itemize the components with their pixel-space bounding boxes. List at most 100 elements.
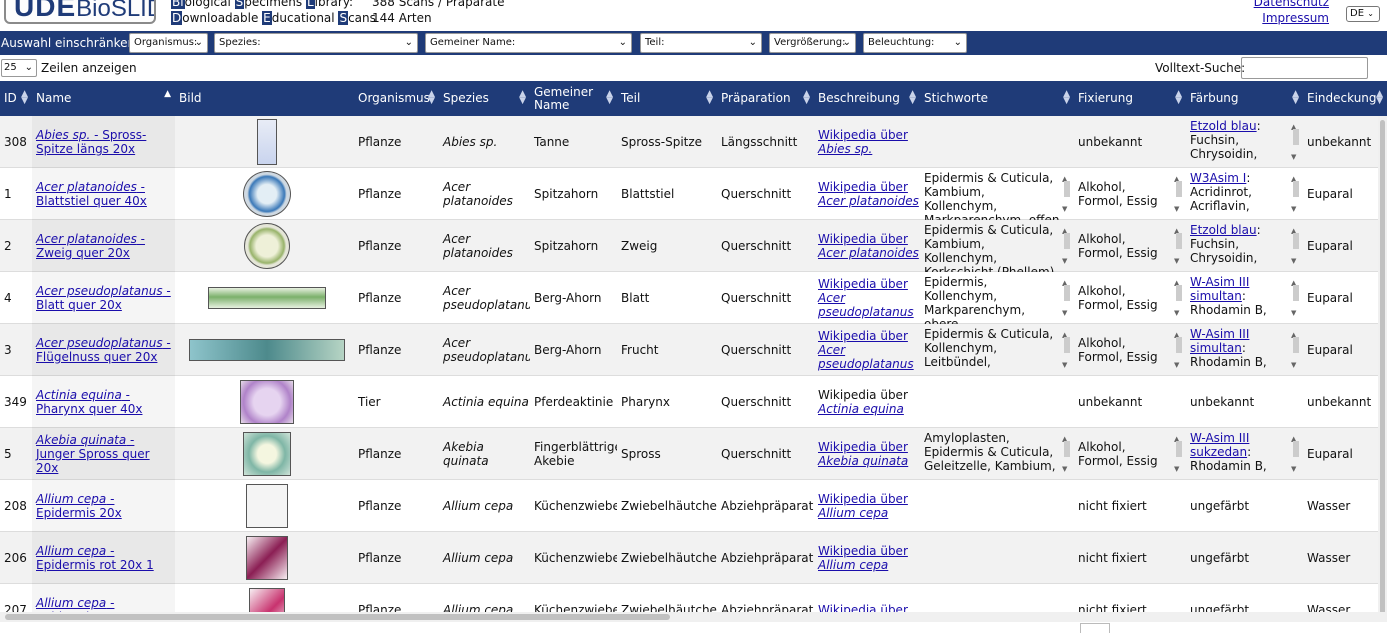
staining-link[interactable]: W-Asim III sukzedan <box>1190 431 1249 459</box>
pagination-box[interactable] <box>1080 623 1110 633</box>
cell-eindeckung: unbekannt <box>1307 395 1372 409</box>
specimen-link[interactable]: Acer platanoides - Zweig quer 20x <box>36 232 175 260</box>
vertical-scrollbar-thumb[interactable] <box>1380 120 1385 614</box>
description-link[interactable]: Wikipedia über Acer pseudoplatanus <box>818 277 920 319</box>
filter-spezies-select[interactable]: Spezies: ⌄ <box>214 33 418 53</box>
cell-scrollbar[interactable]: ▲ ▼ <box>1174 172 1183 216</box>
specimen-link[interactable]: Abies sp. - Spross-Spitze längs 20x <box>36 128 175 156</box>
cell-scrollbar[interactable]: ▲ ▼ <box>1291 224 1300 268</box>
cell-scrollbar[interactable]: ▲ ▼ <box>1062 328 1071 372</box>
specimen-thumbnail[interactable] <box>242 171 291 217</box>
staining-link[interactable]: Etzold blau <box>1190 223 1257 237</box>
search-input[interactable] <box>1241 57 1368 79</box>
cell-scrollbar[interactable]: ▲ ▼ <box>1291 432 1300 476</box>
cell-beschreibung: Wikipedia über Acer platanoides <box>814 168 920 220</box>
cell-faerbung: W-Asim III simultan: Rhodamin B, ▲ ▼ <box>1186 324 1303 376</box>
cell-image <box>175 480 354 532</box>
col-header-organismus[interactable]: Organismus ▲ ▼ <box>354 81 439 116</box>
specimen-link[interactable]: Allium cepa - Epidermis rot 20x 1 <box>36 544 175 572</box>
filter-organismus-select[interactable]: Organismus: ⌄ <box>129 33 208 53</box>
specimen-link[interactable]: Acer platanoides - Blattstiel quer 40x <box>36 180 175 208</box>
cell-scrollbar[interactable]: ▲ ▼ <box>1291 172 1300 216</box>
chevron-down-icon: ⌄ <box>953 37 962 48</box>
cell-gemeiner-name: Küchenzwiebel <box>534 551 617 565</box>
specimen-link[interactable]: Allium cepa - Epidermis 20x <box>36 492 175 520</box>
cell-scrollbar[interactable]: ▲ ▼ <box>1174 432 1183 476</box>
specimen-link[interactable]: Allium cepa - Epidermis <box>36 596 175 612</box>
specimen-thumbnail[interactable] <box>256 119 277 165</box>
cell-scrollbar[interactable]: ▲ ▼ <box>1062 224 1071 268</box>
cell-praeparation: Querschnitt <box>721 291 792 305</box>
description-link[interactable]: Wikipedia über Allium cepa <box>818 544 908 572</box>
scroll-down-icon: ▼ <box>1062 465 1068 473</box>
site-logo[interactable]: UDEBioSLIDES <box>4 0 156 24</box>
description-link[interactable]: Wikipedia über Acer pseudoplatanus <box>818 329 920 371</box>
specimen-thumbnail[interactable] <box>188 339 345 361</box>
specimen-thumbnail[interactable] <box>207 287 326 309</box>
specimen-thumbnail[interactable] <box>245 536 288 580</box>
horizontal-scrollbar-thumb[interactable] <box>5 614 670 620</box>
col-header-faerbung[interactable]: Färbung ▲ ▼ <box>1186 81 1303 116</box>
cell-id: 1 <box>4 187 12 201</box>
language-select[interactable]: DE ⌄ <box>1346 6 1380 22</box>
staining-link[interactable]: W-Asim III simultan <box>1190 327 1249 355</box>
description-link[interactable]: Actinia equina <box>818 402 904 416</box>
description-link[interactable]: Wikipedia über Allium cepa <box>818 492 908 520</box>
col-header-spezies[interactable]: Spezies ▲ ▼ <box>439 81 530 116</box>
specimen-thumbnail[interactable] <box>245 484 288 528</box>
description-link[interactable]: Wikipedia über Abies sp. <box>818 128 908 156</box>
specimen-thumbnail[interactable] <box>242 432 291 476</box>
cell-scrollbar[interactable]: ▲ ▼ <box>1062 432 1071 476</box>
cell-beschreibung: Wikipedia über Actinia equina <box>814 376 920 428</box>
specimen-link[interactable]: Actinia equina - Pharynx quer 40x <box>36 388 175 416</box>
description-link[interactable]: Wikipedia über Acer platanoides <box>818 232 919 260</box>
filter-bar: Auswahl einschränken: Organismus: ⌄ Spezi… <box>0 31 1387 55</box>
cell-beschreibung: Wikipedia über Acer platanoides <box>814 220 920 272</box>
cell-spezies: Actinia equina <box>443 395 529 409</box>
col-header-fixierung[interactable]: Fixierung ▲ ▼ <box>1074 81 1186 116</box>
col-header-praeparation[interactable]: Präparation ▲ ▼ <box>717 81 814 116</box>
cell-scrollbar[interactable]: ▲ ▼ <box>1291 328 1300 372</box>
cell-scrollbar[interactable]: ▲ ▼ <box>1291 120 1300 164</box>
specimen-thumbnail[interactable] <box>248 588 285 612</box>
staining-link[interactable]: W3Asim I <box>1190 171 1246 185</box>
col-header-beschreibung[interactable]: Beschreibung ▲ ▼ <box>814 81 920 116</box>
description-link[interactable]: Wikipedia über Akebia quinata <box>818 440 908 468</box>
specimen-thumbnail[interactable] <box>243 223 290 269</box>
description-link[interactable]: Wikipedia über Acer platanoides <box>818 180 919 208</box>
cell-gemeiner-name: Berg-Ahorn <box>534 291 602 305</box>
specimen-link[interactable]: Akebia quinata - Junger Spross quer 20x <box>36 433 175 475</box>
description-link[interactable]: Wikipedia über <box>818 603 908 612</box>
filter-gemeiner-name-select[interactable]: Gemeiner Name: ⌄ <box>425 33 632 53</box>
specimen-thumbnail[interactable] <box>239 380 294 424</box>
cell-beschreibung: Wikipedia über Acer pseudoplatanus <box>814 324 920 376</box>
col-header-name[interactable]: Name ▲ <box>32 81 175 116</box>
col-header-stichworte[interactable]: Stichworte ▲ ▼ <box>920 81 1074 116</box>
staining-link[interactable]: W-Asim III simultan <box>1190 275 1249 303</box>
rows-per-page-select[interactable]: 25 ⌄ <box>1 59 37 77</box>
cell-scrollbar[interactable]: ▲ ▼ <box>1174 224 1183 268</box>
privacy-link[interactable]: Datenschutz <box>1254 0 1329 10</box>
imprint-link[interactable]: Impressum <box>1254 10 1329 26</box>
cell-scrollbar[interactable]: ▲ ▼ <box>1174 328 1183 372</box>
col-header-eindeckung[interactable]: Eindeckung ▲ ▼ <box>1303 81 1387 116</box>
cell-organismus: Pflanze <box>358 135 402 149</box>
col-header-gemeiner-name[interactable]: Gemeiner Name ▲ ▼ <box>530 81 617 116</box>
horizontal-scrollbar[interactable] <box>0 612 1387 622</box>
filter-teil-select[interactable]: Teil: ⌄ <box>640 33 762 53</box>
specimen-link[interactable]: Acer pseudoplatanus - Blatt quer 20x <box>36 284 175 312</box>
specimen-link[interactable]: Acer pseudoplatanus - Flügelnuss quer 20… <box>36 336 175 364</box>
scroll-down-icon: ▼ <box>1062 361 1068 369</box>
cell-id: 4 <box>4 291 12 305</box>
cell-spezies: Acer platanoides <box>443 232 513 260</box>
vertical-scrollbar[interactable] <box>1378 116 1387 614</box>
cell-scrollbar[interactable]: ▲ ▼ <box>1291 276 1300 320</box>
cell-scrollbar[interactable]: ▲ ▼ <box>1062 276 1071 320</box>
cell-scrollbar[interactable]: ▲ ▼ <box>1062 172 1071 216</box>
cell-scrollbar[interactable]: ▲ ▼ <box>1174 276 1183 320</box>
filter-vergroesserung-select[interactable]: Vergrößerung: ⌄ <box>769 33 856 53</box>
staining-link[interactable]: Etzold blau <box>1190 119 1257 133</box>
col-header-teil[interactable]: Teil ▲ ▼ <box>617 81 717 116</box>
filter-beleuchtung-select[interactable]: Beleuchtung: ⌄ <box>863 33 967 53</box>
col-header-id[interactable]: ID ▲ ▼ <box>0 81 32 116</box>
